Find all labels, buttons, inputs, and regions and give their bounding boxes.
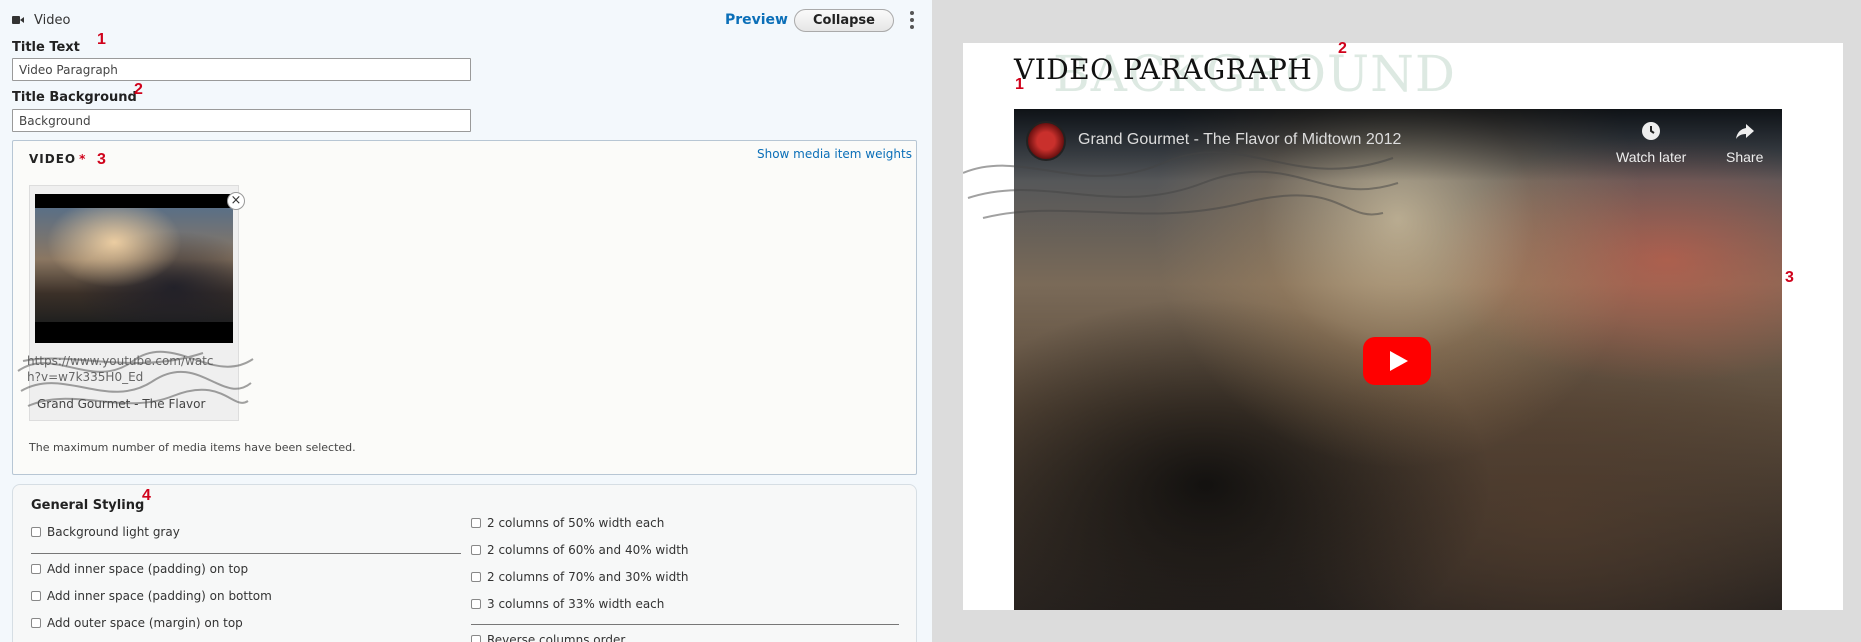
required-marker: * <box>79 152 87 166</box>
annotation-marker-4: 4 <box>142 487 151 504</box>
channel-avatar[interactable] <box>1026 121 1066 161</box>
watch-later-button[interactable]: Watch later <box>1616 121 1686 165</box>
preview-marker-2: 2 <box>1338 40 1347 57</box>
youtube-topbar: Grand Gourmet - The Flavor of Midtown 20… <box>1014 109 1782 181</box>
media-item-card[interactable]: × https://www.youtube.com/watch?v=w7k335… <box>27 185 245 421</box>
video-fieldset: VIDEO * 3 Show media item weights × https… <box>12 140 917 475</box>
preview-pane: BACKGROUND VIDEO PARAGRAPH 1 2 3 Grand G… <box>932 0 1861 642</box>
title-text-input[interactable] <box>12 58 471 81</box>
general-styling-fieldset: General Styling 4 Background light gray … <box>12 484 917 642</box>
checkbox[interactable] <box>31 564 41 574</box>
option-2-col-70-30[interactable]: 2 columns of 70% and 30% width <box>471 570 689 584</box>
clock-icon <box>1642 122 1661 140</box>
preview-link[interactable]: Preview <box>725 12 788 28</box>
option-2-col-50[interactable]: 2 columns of 50% width each <box>471 516 664 530</box>
paragraph-editor: Video Preview Collapse Title Text 1 Titl… <box>0 0 932 642</box>
youtube-embed[interactable]: Grand Gourmet - The Flavor of Midtown 20… <box>1014 109 1782 610</box>
checkbox[interactable] <box>471 635 481 642</box>
preview-marker-1: 1 <box>1015 76 1024 93</box>
share-button[interactable]: Share <box>1726 121 1763 165</box>
share-label: Share <box>1726 149 1764 165</box>
option-reverse-columns[interactable]: Reverse columns order <box>471 633 625 642</box>
title-text-label: Title Text <box>12 40 80 55</box>
divider <box>471 624 899 625</box>
checkbox[interactable] <box>31 527 41 537</box>
checkbox[interactable] <box>471 518 481 528</box>
max-media-note: The maximum number of media items have b… <box>29 441 356 454</box>
youtube-video-title[interactable]: Grand Gourmet - The Flavor of Midtown 20… <box>1078 131 1401 149</box>
preview-marker-3: 3 <box>1785 269 1794 286</box>
media-url: https://www.youtube.com/watch?v=w7k335H0… <box>27 354 214 384</box>
video-legend: VIDEO * <box>29 152 87 166</box>
checkbox[interactable] <box>471 545 481 555</box>
checkbox[interactable] <box>31 591 41 601</box>
paragraph-type-label: Video <box>34 12 71 28</box>
media-thumbnail <box>35 194 233 343</box>
video-camera-icon <box>12 15 24 25</box>
annotation-marker-3: 3 <box>97 151 106 168</box>
title-background-input[interactable] <box>12 109 471 132</box>
preview-page: BACKGROUND VIDEO PARAGRAPH 1 2 3 Grand G… <box>963 40 1843 610</box>
checkbox[interactable] <box>31 618 41 628</box>
collapse-button[interactable]: Collapse <box>793 8 894 32</box>
show-media-weights-link[interactable]: Show media item weights <box>757 147 912 161</box>
remove-media-button[interactable]: × <box>227 192 245 210</box>
watch-later-label: Watch later <box>1616 149 1687 165</box>
general-styling-title: General Styling <box>31 498 145 513</box>
option-2-col-60-40[interactable]: 2 columns of 60% and 40% width <box>471 543 689 557</box>
annotation-marker-2: 2 <box>134 81 143 98</box>
title-background-label: Title Background <box>12 90 137 105</box>
annotation-marker-1: 1 <box>97 31 106 48</box>
media-caption: Grand Gourmet - The Flavor <box>37 397 206 411</box>
play-button-icon[interactable] <box>1363 337 1431 385</box>
option-3-col-33[interactable]: 3 columns of 33% width each <box>471 597 664 611</box>
option-padding-bottom[interactable]: Add inner space (padding) on bottom <box>31 589 272 603</box>
share-arrow-icon <box>1735 124 1754 139</box>
preview-title: VIDEO PARAGRAPH <box>1014 53 1313 86</box>
paragraph-header: Video Preview Collapse <box>12 8 920 32</box>
more-actions-icon[interactable] <box>904 9 920 31</box>
option-background-light-gray[interactable]: Background light gray <box>31 525 180 539</box>
option-padding-top[interactable]: Add inner space (padding) on top <box>31 562 248 576</box>
option-margin-top[interactable]: Add outer space (margin) on top <box>31 616 243 630</box>
divider <box>31 553 461 554</box>
checkbox[interactable] <box>471 572 481 582</box>
checkbox[interactable] <box>471 599 481 609</box>
